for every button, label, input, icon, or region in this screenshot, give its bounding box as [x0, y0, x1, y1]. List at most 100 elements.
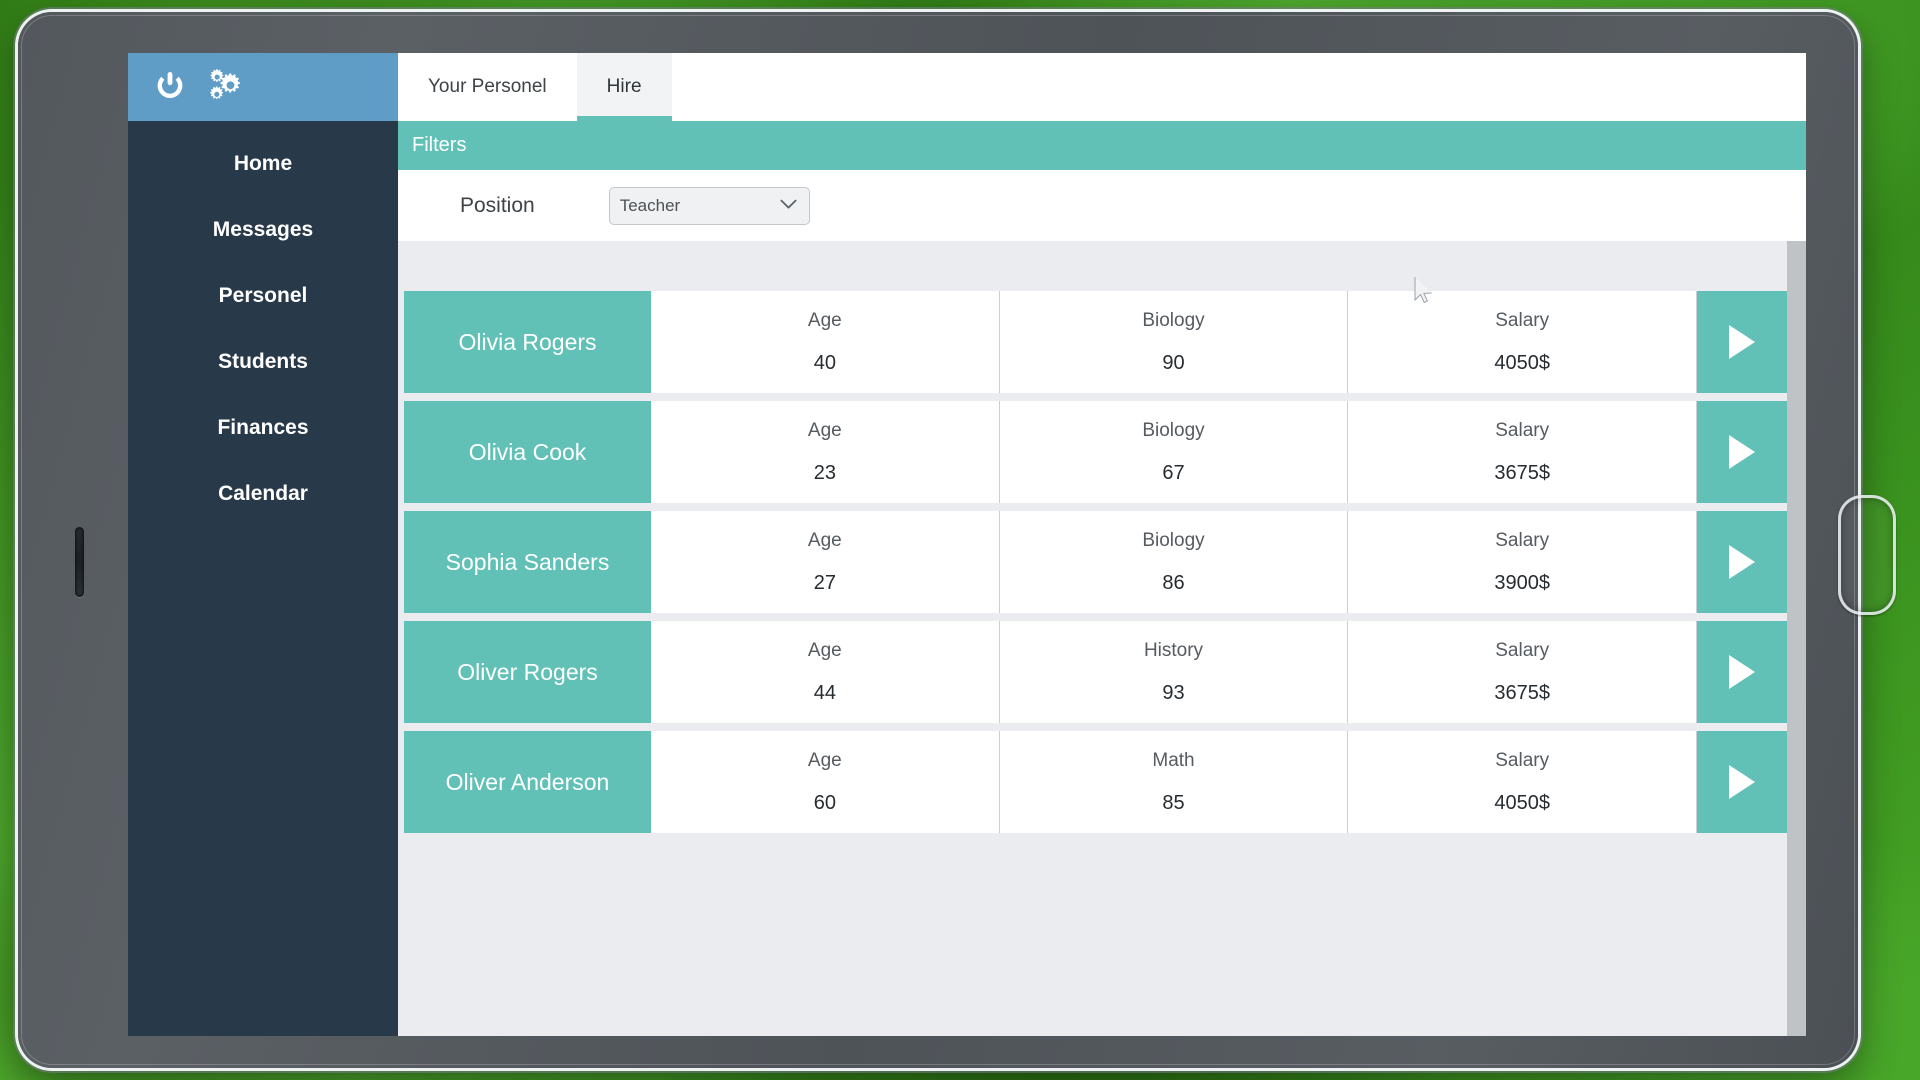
row-age-cell-label: Age	[807, 419, 842, 441]
position-select[interactable]: Teacher	[608, 186, 810, 225]
position-select-value: Teacher	[619, 195, 681, 215]
row-salary-cell-label: Salary	[1495, 529, 1550, 551]
row-action-button[interactable]	[1697, 621, 1788, 723]
row-subject-cell: Math 85	[999, 731, 1349, 833]
row-name: Olivia Rogers	[458, 328, 597, 355]
row-age-cell-value: 27	[813, 571, 836, 594]
power-icon[interactable]	[154, 69, 186, 106]
row-age-cell-value: 44	[813, 681, 836, 704]
tab-bar: Your Personel Hire	[398, 53, 1806, 121]
sidebar-item-finances[interactable]: Finances	[128, 417, 398, 438]
row-action-button[interactable]	[1697, 291, 1788, 393]
row-salary-cell: Salary 3900$	[1348, 511, 1698, 613]
row-age-cell-label: Age	[807, 529, 842, 551]
sidebar-item-personel[interactable]: Personel	[128, 285, 398, 306]
table-row: Olivia Rogers Age 40 Biology 90 Salary 4050$	[404, 291, 1788, 393]
row-name-cell: Oliver Rogers	[404, 621, 651, 723]
row-age-cell: Age 60	[651, 731, 1000, 833]
row-salary-cell: Salary 4050$	[1348, 731, 1698, 833]
filters-header: Filters	[398, 121, 1806, 170]
table-rows: Olivia Rogers Age 40 Biology 90 Salary 4050$ Ol…	[404, 291, 1788, 833]
sidebar-item-calendar[interactable]: Calendar	[128, 483, 398, 504]
table-row: Oliver Anderson Age 60 Math 85 Salary 4050$	[404, 731, 1788, 833]
row-name-cell: Olivia Rogers	[404, 291, 651, 393]
filters-panel: Position Teacher	[398, 170, 1806, 241]
tab-label: Your Personel	[428, 76, 547, 97]
table-row: Oliver Rogers Age 44 History 93 Salary 3675$	[404, 621, 1788, 723]
row-salary-cell-value: 3900$	[1494, 571, 1550, 594]
speaker-slot	[75, 527, 84, 597]
sidebar-item-label: Students	[218, 350, 308, 373]
table-bottom-spacer	[404, 841, 1787, 885]
row-subject-cell-label: History	[1143, 639, 1204, 661]
row-subject-cell: History 93	[999, 621, 1349, 723]
chevron-down-icon	[780, 197, 797, 215]
row-name: Sophia Sanders	[445, 548, 610, 575]
row-age-cell: Age 27	[651, 511, 1000, 613]
filters-title: Filters	[412, 134, 467, 156]
sidebar-item-label: Finances	[217, 416, 309, 439]
logo-bar	[128, 53, 398, 121]
tablet-device: Your Personel Hire Home Messages Persone…	[18, 12, 1896, 1068]
row-action-button[interactable]	[1697, 511, 1788, 613]
row-action-button[interactable]	[1697, 401, 1788, 503]
content-area: Filters Position Teacher Olivia Rogers A…	[398, 121, 1806, 1036]
tab-your-personel[interactable]: Your Personel	[398, 53, 577, 121]
row-salary-cell-value: 4050$	[1494, 351, 1550, 374]
tab-hire[interactable]: Hire	[576, 53, 672, 121]
row-salary-cell: Salary 3675$	[1348, 401, 1698, 503]
row-age-cell: Age 40	[651, 291, 1000, 393]
sidebar-item-label: Personel	[218, 284, 308, 307]
row-subject-cell-label: Biology	[1142, 419, 1205, 441]
play-icon	[1729, 545, 1756, 579]
row-name: Oliver Rogers	[457, 658, 598, 685]
row-subject-cell-label: Math	[1152, 749, 1195, 771]
row-salary-cell: Salary 3675$	[1348, 621, 1698, 723]
row-salary-cell-label: Salary	[1495, 639, 1550, 661]
row-action-button[interactable]	[1697, 731, 1788, 833]
row-salary-cell-value: 4050$	[1494, 791, 1550, 814]
sidebar-item-messages[interactable]: Messages	[128, 219, 398, 240]
row-salary-cell: Salary 4050$	[1348, 291, 1698, 393]
sidebar-item-label: Messages	[212, 218, 314, 241]
app-body: Home Messages Personel Students Finances	[128, 121, 1806, 1036]
row-subject-cell-value: 90	[1162, 351, 1185, 374]
row-salary-cell-value: 3675$	[1494, 681, 1550, 704]
row-age-cell-label: Age	[807, 749, 842, 771]
sidebar-item-students[interactable]: Students	[128, 351, 398, 372]
row-subject-cell-label: Biology	[1142, 309, 1205, 331]
table-top-spacer	[404, 241, 1787, 291]
row-subject-cell-value: 85	[1162, 791, 1185, 814]
row-salary-cell-label: Salary	[1495, 309, 1550, 331]
sidebar-item-home[interactable]: Home	[128, 153, 398, 174]
row-subject-cell: Biology 86	[999, 511, 1349, 613]
row-age-cell-value: 23	[813, 461, 836, 484]
row-name: Olivia Cook	[468, 438, 587, 465]
position-label: Position	[460, 193, 535, 217]
vertical-scrollbar[interactable]	[1787, 241, 1806, 1036]
staff-table: Olivia Rogers Age 40 Biology 90 Salary 4050$ Ol…	[398, 241, 1806, 1036]
row-age-cell-label: Age	[807, 309, 842, 331]
gears-icon[interactable]	[208, 68, 242, 106]
row-subject-cell-value: 86	[1162, 571, 1185, 594]
row-name-cell: Oliver Anderson	[404, 731, 651, 833]
play-icon	[1729, 765, 1756, 799]
home-button[interactable]	[1838, 495, 1896, 615]
row-age-cell: Age 44	[651, 621, 1000, 723]
top-bar: Your Personel Hire	[128, 53, 1806, 121]
row-name-cell: Sophia Sanders	[404, 511, 651, 613]
sidebar-item-label: Home	[233, 152, 293, 175]
row-name-cell: Olivia Cook	[404, 401, 651, 503]
row-subject-cell-value: 67	[1162, 461, 1185, 484]
row-salary-cell-label: Salary	[1495, 419, 1550, 441]
row-subject-cell: Biology 67	[999, 401, 1349, 503]
play-icon	[1729, 435, 1756, 469]
table-row: Sophia Sanders Age 27 Biology 86 Salary 3900$	[404, 511, 1788, 613]
tab-label: Hire	[606, 76, 642, 97]
row-age-cell-label: Age	[807, 639, 842, 661]
row-subject-cell-value: 93	[1162, 681, 1185, 704]
sidebar-item-label: Calendar	[218, 482, 308, 505]
play-icon	[1729, 325, 1756, 359]
row-age-cell-value: 40	[813, 351, 836, 374]
play-icon	[1729, 655, 1756, 689]
